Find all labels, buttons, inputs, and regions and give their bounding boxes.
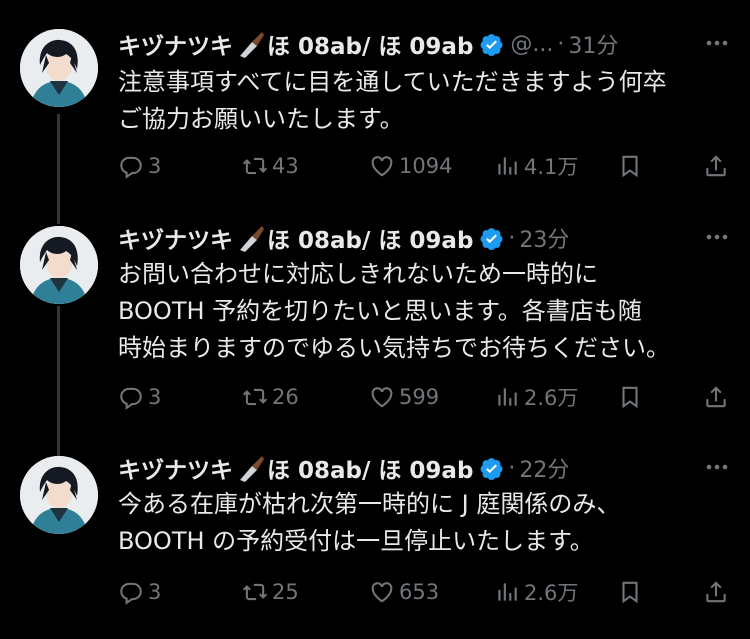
display-name[interactable]: キヅナツキ [118,221,233,255]
like-count: 599 [399,385,440,409]
separator-dot: · [557,31,565,57]
tweet-text: 注意事項すべてに目を通していただきますよう何卒 ご協力お願いいたします。 [118,68,667,133]
display-name-suffix[interactable]: ほ 08ab/ ほ 09ab [267,27,473,61]
repost-count: 43 [272,154,299,178]
timestamp[interactable]: 22分 [519,452,569,484]
bookmark-button[interactable] [617,574,647,610]
display-name-suffix[interactable]: ほ 08ab/ ほ 09ab [267,451,473,485]
like-icon [369,579,395,605]
display-name-suffix[interactable]: ほ 08ab/ ほ 09ab [267,221,473,255]
reply-button[interactable]: 3 [118,379,161,415]
view-count: 4.1万 [524,155,579,179]
verified-badge-icon [479,32,504,57]
bookmark-icon [617,579,643,605]
repost-icon [242,153,268,179]
share-button[interactable] [703,148,733,184]
action-bar: 3 25 653 2.6万 [118,574,732,610]
user-handle[interactable]: @... [510,32,553,57]
tweet[interactable]: キヅナツキ ほ 08ab/ ほ 09ab @... · 31分 注意事項すべてに… [0,0,750,200]
tweet-text: 今ある在庫が枯れ次第一時的に J 庭関係のみ、 BOOTH の予約受付は一旦停止… [118,490,621,555]
share-icon [703,579,729,605]
reply-button[interactable]: 3 [118,574,161,610]
views-icon [494,579,520,605]
more-icon[interactable] [702,452,732,482]
separator-dot: · [508,455,516,481]
tweet-text: お問い合わせに対応しきれないため一時的に BOOTH 予約を切りたいと思います。… [118,260,670,362]
knife-emoji-icon [235,223,265,253]
bookmark-icon [617,384,643,410]
avatar[interactable] [20,456,98,534]
views-button[interactable]: 4.1万 [494,148,578,184]
tweet[interactable]: キヅナツキ ほ 08ab/ ほ 09ab · 22分 今ある在庫が枯れ次第一時的… [0,430,750,639]
like-count: 653 [399,580,440,604]
views-button[interactable]: 2.6万 [494,574,578,610]
like-button[interactable]: 1094 [369,148,452,184]
views-icon [494,384,520,410]
avatar[interactable] [20,29,98,107]
more-icon[interactable] [702,28,732,58]
tweet[interactable]: キヅナツキ ほ 08ab/ ほ 09ab · 23分 お問い合わせに対応しきれな… [0,200,750,430]
share-icon [703,384,729,410]
avatar[interactable] [20,226,98,304]
share-icon [703,153,729,179]
like-icon [369,384,395,410]
like-button[interactable]: 599 [369,379,439,415]
knife-emoji-icon [235,453,265,483]
reply-count: 3 [148,385,162,409]
bookmark-button[interactable] [617,148,647,184]
display-name[interactable]: キヅナツキ [118,451,233,485]
timestamp[interactable]: 23分 [519,222,569,254]
display-name[interactable]: キヅナツキ [118,27,233,61]
repost-count: 25 [272,580,299,604]
repost-button[interactable]: 43 [242,148,299,184]
knife-emoji-icon [235,29,265,59]
share-button[interactable] [703,574,733,610]
reply-icon [118,384,144,410]
bookmark-icon [617,153,643,179]
reply-count: 3 [148,580,162,604]
repost-button[interactable]: 25 [242,574,299,610]
more-icon[interactable] [702,222,732,252]
repost-icon [242,384,268,410]
action-bar: 3 26 599 2.6万 [118,379,732,415]
reply-button[interactable]: 3 [118,148,161,184]
view-count: 2.6万 [524,581,579,605]
bookmark-button[interactable] [617,379,647,415]
views-button[interactable]: 2.6万 [494,379,578,415]
like-button[interactable]: 653 [369,574,439,610]
views-icon [494,153,520,179]
share-button[interactable] [703,379,733,415]
repost-icon [242,579,268,605]
repost-count: 26 [272,385,299,409]
view-count: 2.6万 [524,386,579,410]
reply-icon [118,579,144,605]
like-icon [369,153,395,179]
reply-icon [118,153,144,179]
reply-count: 3 [148,154,162,178]
action-bar: 3 43 1094 4.1万 [118,148,732,184]
like-count: 1094 [399,154,453,178]
verified-badge-icon [479,456,504,481]
separator-dot: · [508,225,516,251]
verified-badge-icon [479,226,504,251]
timestamp[interactable]: 31分 [568,28,618,60]
repost-button[interactable]: 26 [242,379,299,415]
